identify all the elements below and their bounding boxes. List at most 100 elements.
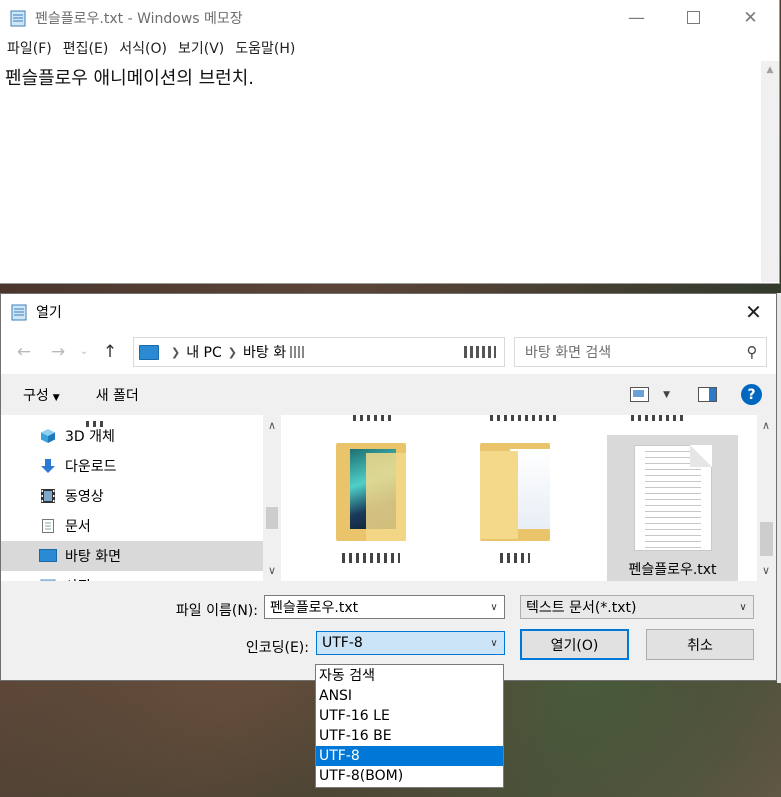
up-arrow-icon[interactable]: ↑ [93, 342, 127, 362]
scrollbar-thumb[interactable] [760, 522, 773, 556]
desktop-icon [39, 548, 57, 564]
search-box[interactable]: 바탕 화면 검색 ⚲ [514, 337, 767, 367]
navigation-pane: 3D 개체 다운로드 동영상 문서 바탕 화면 사진 [1, 415, 263, 581]
search-icon[interactable]: ⚲ [738, 343, 766, 361]
filename-label: 파일 이름(N): [175, 603, 258, 619]
menu-view[interactable]: 보기(V) [173, 38, 230, 58]
encoding-option[interactable]: UTF-16 BE [316, 726, 503, 746]
encoding-option[interactable]: ANSI [316, 686, 503, 706]
scrollbar-thumb[interactable] [266, 507, 278, 529]
video-icon [39, 488, 57, 504]
text-file-icon [633, 445, 712, 551]
maximize-button[interactable] [665, 0, 722, 35]
preview-pane-icon[interactable] [698, 387, 717, 402]
folder-item[interactable] [321, 443, 421, 581]
folder-icon [480, 443, 550, 541]
close-icon: ✕ [743, 7, 758, 28]
notepad-icon [10, 10, 26, 26]
encoding-select[interactable]: UTF-8 ∨ [316, 631, 505, 655]
dropdown-arrow-icon: ▼ [52, 392, 60, 403]
navigation-bar: ← → ⌄ ↑ ❯ 내 PC ❯ 바탕 화 바탕 화면 검색 ⚲ [1, 329, 776, 374]
menu-edit[interactable]: 편집(E) [58, 38, 115, 58]
notepad-scrollbar[interactable]: ▲ ▼ [761, 61, 779, 366]
folder-item[interactable] [465, 443, 565, 581]
close-icon: ✕ [745, 299, 762, 324]
address-bar[interactable]: ❯ 내 PC ❯ 바탕 화 [133, 337, 505, 367]
encoding-option[interactable]: 자동 검색 [316, 666, 503, 686]
tree-item-3d-objects[interactable]: 3D 개체 [1, 421, 263, 451]
maximize-icon [687, 11, 700, 24]
view-controls: ▼ ? [630, 384, 762, 405]
encoding-option-selected[interactable]: UTF-8 [316, 746, 503, 766]
close-button[interactable]: ✕ [722, 0, 779, 35]
menu-help[interactable]: 도움말(H) [230, 38, 301, 58]
background-window-edge [777, 293, 781, 683]
download-icon [39, 458, 57, 474]
encoding-option[interactable]: UTF-16 LE [316, 706, 503, 726]
recent-locations-chevron-icon[interactable]: ⌄ [75, 346, 93, 357]
forward-arrow-icon[interactable]: → [41, 342, 75, 362]
scroll-up-icon[interactable]: ∧ [263, 419, 281, 432]
scroll-down-icon[interactable]: ∨ [263, 564, 281, 577]
navigation-pane-scrollbar[interactable]: ∧ ∨ [263, 415, 281, 581]
notepad-window: 펜슬플로우.txt - Windows 메모장 — ✕ 파일(F) 편집(E) … [0, 0, 780, 366]
new-folder-button[interactable]: 새 폴더 [70, 385, 149, 405]
minimize-button[interactable]: — [608, 0, 665, 35]
filename-input[interactable]: 펜슬플로우.txt [265, 597, 484, 617]
pixelated-text [353, 415, 393, 421]
chevron-down-icon: ∨ [739, 601, 747, 613]
breadcrumb-desktop[interactable]: 바탕 화 [243, 342, 286, 362]
tree-item-label: 문서 [65, 519, 91, 535]
organize-label: 구성 [23, 387, 49, 404]
desktop-icon [139, 344, 159, 360]
minimize-icon: — [628, 7, 645, 28]
notepad-icon [11, 304, 27, 320]
scroll-up-icon[interactable]: ∧ [757, 419, 775, 432]
pixelated-icons [464, 346, 496, 358]
filetype-select[interactable]: 텍스트 문서(*.txt) ∨ [520, 595, 754, 619]
menu-file[interactable]: 파일(F) [2, 38, 58, 58]
dialog-title: 열기 [36, 304, 62, 321]
dialog-close-button[interactable]: ✕ [731, 294, 776, 329]
tree-item-videos[interactable]: 동영상 [1, 481, 263, 511]
view-dropdown-icon[interactable]: ▼ [663, 390, 670, 400]
back-arrow-icon[interactable]: ← [7, 342, 41, 362]
tree-item-downloads[interactable]: 다운로드 [1, 451, 263, 481]
search-input[interactable]: 바탕 화면 검색 [515, 342, 738, 362]
encoding-option[interactable]: UTF-8(BOM) [316, 766, 503, 786]
scroll-up-icon[interactable]: ▲ [761, 61, 779, 79]
tree-item-label: 동영상 [65, 489, 104, 505]
tree-item-desktop[interactable]: 바탕 화면 [1, 541, 263, 571]
help-icon[interactable]: ? [741, 384, 762, 405]
menu-bar: 파일(F) 편집(E) 서식(O) 보기(V) 도움말(H) [0, 35, 779, 61]
change-view-icon[interactable] [630, 387, 650, 402]
open-dialog: 열기 ✕ ← → ⌄ ↑ ❯ 내 PC ❯ 바탕 화 바탕 화면 검색 ⚲ 구성… [0, 293, 777, 681]
tree-item-label: 다운로드 [65, 459, 117, 475]
file-item-selected[interactable]: 펜슬플로우.txt [607, 435, 738, 581]
tree-item-label: 3D 개체 [65, 429, 115, 445]
notepad-title-bar[interactable]: 펜슬플로우.txt - Windows 메모장 — ✕ [0, 0, 779, 35]
chevron-down-icon[interactable]: ∨ [484, 602, 504, 613]
filename-combobox[interactable]: 펜슬플로우.txt ∨ [264, 595, 505, 619]
document-icon [39, 518, 57, 534]
notepad-text-area[interactable]: 펜슬플로우 애니메이션의 브런치. [0, 61, 760, 282]
menu-format[interactable]: 서식(O) [114, 38, 173, 58]
breadcrumb-chevron-icon[interactable]: ❯ [228, 346, 237, 359]
file-list-scrollbar[interactable]: ∧ ∨ [757, 415, 776, 581]
scroll-down-icon[interactable]: ∨ [757, 564, 775, 577]
tree-item-pictures[interactable]: 사진 [1, 571, 263, 581]
breadcrumb-chevron-icon[interactable]: ❯ [171, 346, 180, 359]
encoding-value: UTF-8 [322, 635, 363, 651]
file-name-label: 펜슬플로우.txt [628, 562, 717, 578]
encoding-label: 인코딩(E): [245, 640, 309, 656]
chevron-down-icon: ∨ [490, 637, 498, 649]
dialog-title-bar[interactable]: 열기 ✕ [1, 294, 776, 329]
filetype-value: 텍스트 문서(*.txt) [526, 600, 637, 616]
cancel-button[interactable]: 취소 [646, 629, 754, 660]
open-button[interactable]: 열기(O) [520, 629, 629, 660]
breadcrumb-this-pc[interactable]: 내 PC [186, 342, 222, 362]
cube-icon [39, 428, 57, 444]
browser-area: 3D 개체 다운로드 동영상 문서 바탕 화면 사진 [1, 415, 776, 581]
tree-item-documents[interactable]: 문서 [1, 511, 263, 541]
organize-button[interactable]: 구성 ▼ [1, 385, 70, 405]
